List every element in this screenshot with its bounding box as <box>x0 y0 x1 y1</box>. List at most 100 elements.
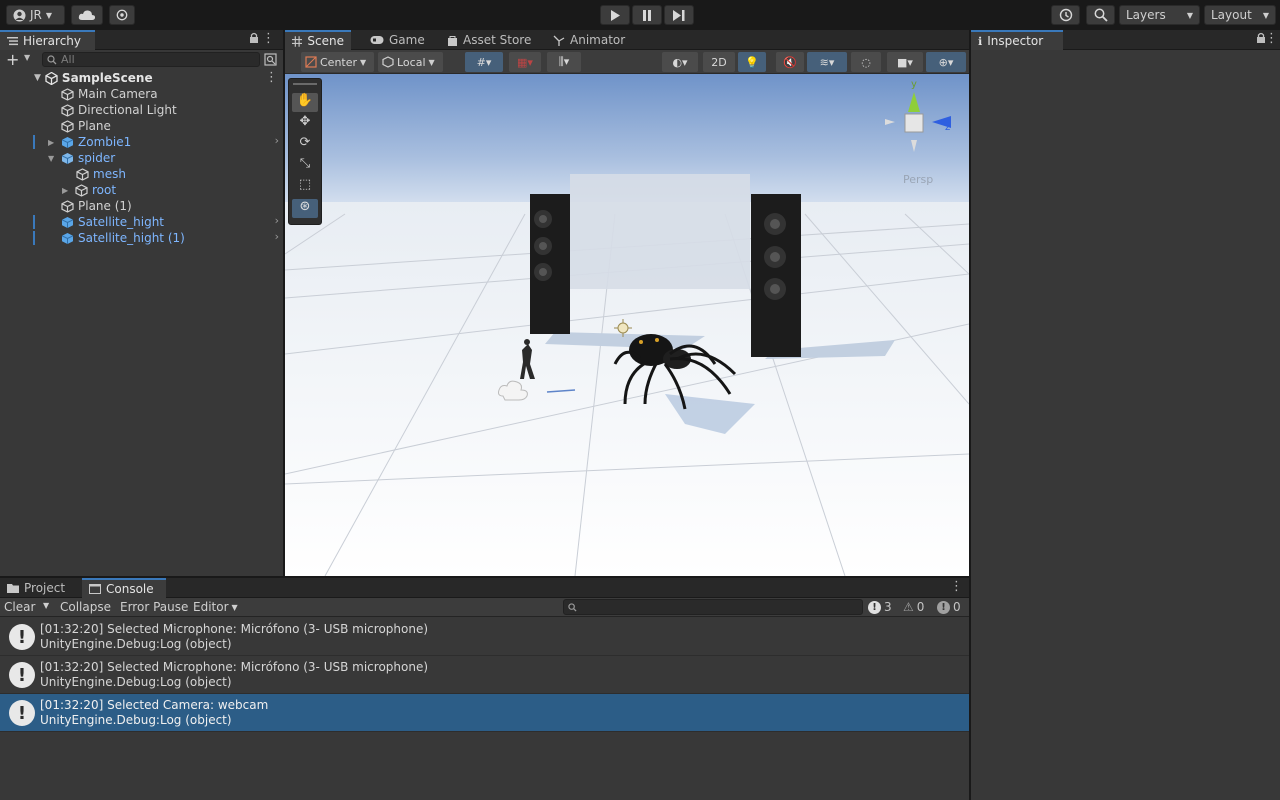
play-button[interactable] <box>600 5 630 25</box>
log-stacktrace: UnityEngine.Debug:Log (object) <box>40 713 232 727</box>
open-prefab-icon[interactable]: › <box>275 214 279 227</box>
chevron-down-icon: ▼ <box>1262 10 1269 20</box>
scene-lighting-toggle[interactable]: 💡 <box>738 52 766 72</box>
search-icon <box>47 54 57 64</box>
log-count: 3 <box>884 600 892 614</box>
chevron-right-icon[interactable]: ▶ <box>62 186 71 195</box>
space-mode-dropdown[interactable]: Local ▼ <box>378 52 443 72</box>
tree-item-satellite-hight-1[interactable]: Satellite_hight (1) <box>61 230 185 246</box>
tree-item-label: Zombie1 <box>78 135 132 149</box>
add-icon[interactable]: + <box>6 50 19 69</box>
tab-hierarchy[interactable]: Hierarchy <box>0 30 95 50</box>
tab-animator[interactable]: Animator <box>546 30 632 50</box>
prefab-icon <box>61 136 74 148</box>
history-icon <box>1059 8 1072 22</box>
scene-audio-toggle[interactable]: 🔇 <box>776 52 804 72</box>
editor-dropdown[interactable]: Editor ▼ <box>189 598 242 616</box>
tree-item-satellite-hight[interactable]: Satellite_hight <box>61 214 164 230</box>
inspector-tab-bar: ℹ Inspector ⋮ <box>971 30 1280 50</box>
projection-label[interactable]: Persp <box>903 173 933 186</box>
rect-tool-button[interactable]: ⬚ <box>292 177 318 196</box>
tree-item-plane-1[interactable]: Plane (1) <box>61 198 132 214</box>
move-tool-button[interactable]: ✥ <box>292 114 318 133</box>
scene-menu-icon[interactable]: ⋮ <box>265 70 278 85</box>
tab-inspector[interactable]: ℹ Inspector <box>971 30 1063 50</box>
overlay-drag-handle[interactable] <box>293 83 317 85</box>
account-dropdown[interactable]: JR ▼ <box>6 5 65 25</box>
collab-button[interactable] <box>109 5 135 25</box>
tree-item-root[interactable]: ▶ root <box>62 182 116 198</box>
scene-visibility-icon[interactable] <box>264 53 277 69</box>
layout-dropdown[interactable]: Layout ▼ <box>1204 5 1276 25</box>
undo-history-button[interactable] <box>1051 5 1080 25</box>
tree-item-spider[interactable]: ▼ spider <box>48 150 115 166</box>
grid-snapping-toggle[interactable]: #▾ <box>465 52 503 72</box>
tree-item-scene[interactable]: ▼ SampleScene <box>34 70 153 86</box>
orientation-gizmo[interactable]: y z Persp <box>881 79 957 186</box>
toggle-2d-button[interactable]: 2D <box>703 52 735 72</box>
tree-item-mesh[interactable]: mesh <box>76 166 126 182</box>
collapse-toggle[interactable]: Collapse <box>56 598 115 616</box>
tab-label: Scene <box>307 34 344 48</box>
hand-tool-button[interactable]: ✋ <box>292 93 318 112</box>
search-button[interactable] <box>1086 5 1115 25</box>
space-label: Local <box>397 55 426 69</box>
transform-tool-button[interactable]: ⊛ <box>292 199 318 218</box>
clear-button[interactable]: Clear <box>0 598 39 616</box>
tree-item-directional-light[interactable]: Directional Light <box>61 102 177 118</box>
editor-label: Editor <box>193 600 229 614</box>
scale-tool-button[interactable]: ⤡ <box>292 156 318 175</box>
open-prefab-icon[interactable]: › <box>275 230 279 243</box>
draw-mode-dropdown[interactable]: ◐▾ <box>662 52 698 72</box>
warning-count-toggle[interactable]: ⚠ 0 <box>903 598 924 616</box>
tree-item-main-camera[interactable]: Main Camera <box>61 86 158 102</box>
scene-camera-dropdown[interactable]: ■▾ <box>887 52 923 72</box>
tree-item-plane[interactable]: Plane <box>61 118 111 134</box>
log-entry[interactable]: ! [01:32:20] Selected Microphone: Micróf… <box>0 656 969 694</box>
scene-viewport[interactable]: ✋ ✥ ⟳ ⤡ ⬚ ⊛ y z Persp <box>285 74 969 576</box>
snap-increment-dropdown[interactable]: ▦▾ <box>509 52 541 72</box>
cloud-button[interactable] <box>71 5 103 25</box>
chevron-right-icon[interactable]: ▶ <box>48 138 57 147</box>
log-message: [01:32:20] Selected Microphone: Micrófon… <box>40 622 429 636</box>
layers-dropdown[interactable]: Layers ▼ <box>1119 5 1200 25</box>
tab-scene[interactable]: Scene <box>285 30 351 50</box>
clear-label: Clear <box>4 600 36 614</box>
tab-game[interactable]: Game <box>363 30 432 50</box>
tab-project[interactable]: Project <box>0 578 72 598</box>
model-prefab-icon <box>61 152 74 164</box>
pause-button[interactable] <box>632 5 662 25</box>
tab-asset-store[interactable]: Asset Store <box>440 30 538 50</box>
open-prefab-icon[interactable]: › <box>275 134 279 147</box>
step-button[interactable] <box>664 5 694 25</box>
log-entry-selected[interactable]: ! [01:32:20] Selected Camera: webcam Uni… <box>0 694 969 732</box>
console-toolbar: Clear ▼ Collapse Error Pause Editor ▼ ! … <box>0 598 969 617</box>
pivot-mode-dropdown[interactable]: Center ▼ <box>301 52 374 72</box>
rotate-tool-button[interactable]: ⟳ <box>292 135 318 154</box>
error-pause-toggle[interactable]: Error Pause <box>116 598 192 616</box>
lock-icon[interactable] <box>249 32 259 47</box>
collapse-label: Collapse <box>60 600 111 614</box>
hidden-objects-toggle[interactable]: ◌ <box>851 52 881 72</box>
panel-menu-icon[interactable]: ⋮ <box>262 31 275 46</box>
hierarchy-tree: ▼ SampleScene ⋮ Main Camera Directional … <box>0 70 283 576</box>
log-count-toggle[interactable]: ! 3 <box>868 598 892 616</box>
panel-menu-icon[interactable]: ⋮ <box>950 579 963 594</box>
chevron-down-icon[interactable]: ▼ <box>48 154 57 163</box>
log-entry[interactable]: ! [01:32:20] Selected Microphone: Micróf… <box>0 618 969 656</box>
grid-icon <box>292 35 303 47</box>
tree-item-zombie1[interactable]: ▶ Zombie1 <box>48 134 131 150</box>
hierarchy-search-input[interactable]: All <box>42 52 260 67</box>
error-count-toggle[interactable]: ! 0 <box>937 598 961 616</box>
scene-effects-dropdown[interactable]: ≋▾ <box>807 52 847 72</box>
tab-console[interactable]: Console <box>82 578 166 598</box>
gizmos-dropdown[interactable]: ⊕▾ <box>926 52 966 72</box>
chevron-down-icon[interactable]: ▼ <box>43 601 49 610</box>
panel-menu-icon[interactable]: ⋮ <box>1265 31 1278 46</box>
console-search-input[interactable] <box>563 599 863 615</box>
tools-overlay: ✋ ✥ ⟳ ⤡ ⬚ ⊛ <box>288 78 322 225</box>
snap-icon: ▦▾ <box>517 55 533 69</box>
hand-icon: ✋ <box>296 93 314 108</box>
incremental-snap-dropdown[interactable]: ⫼▾ <box>547 52 581 72</box>
chevron-down-icon[interactable]: ▼ <box>24 53 30 62</box>
